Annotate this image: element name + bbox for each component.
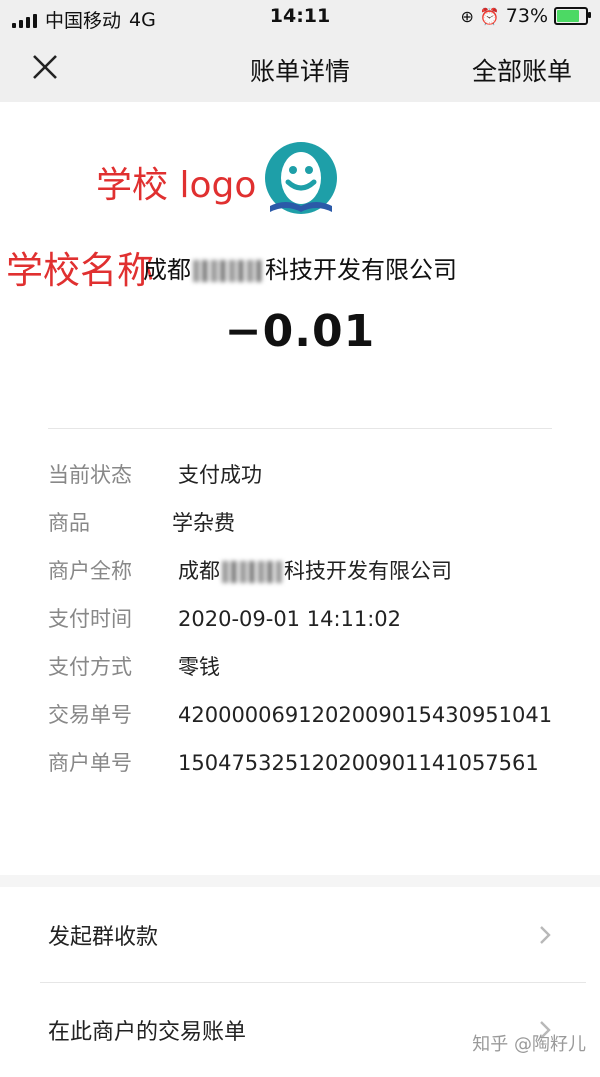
- detail-row-transaction-id: 交易单号 420000069120200901543095​1041: [48, 698, 558, 732]
- detail-row-goods: 商品 学杂费: [48, 506, 558, 540]
- detail-key: 支付时间: [48, 607, 132, 631]
- detail-list: 当前状态 支付成功 商品 学杂费 商户全称 成都 科技开发有限公司 支付时间 20…: [48, 458, 558, 794]
- merchant-suffix: 科技开发有限公司: [284, 559, 452, 583]
- detail-value: 2020-09-01 14:11:02: [178, 607, 402, 631]
- detail-key: 当前状态: [48, 463, 132, 487]
- status-right: ⊕ ⏰ 73%: [460, 5, 591, 27]
- merchant-name-suffix: 科技开发有限公司: [265, 256, 457, 284]
- divider: [48, 428, 552, 429]
- orientation-lock-icon: ⊕: [460, 6, 474, 26]
- detail-row-status: 当前状态 支付成功: [48, 458, 558, 492]
- amount: −0.01: [224, 306, 376, 357]
- merchant-name-prefix: 成都: [143, 256, 191, 284]
- detail-value: 支付成功: [178, 463, 262, 487]
- detail-key: 商户全称: [48, 559, 132, 583]
- redacted-blur: [193, 260, 263, 282]
- detail-value: 成都 科技开发有限公司: [178, 554, 558, 588]
- detail-key: 交易单号: [48, 703, 132, 727]
- merchant-prefix: 成都: [178, 559, 220, 583]
- detail-row-merchant-order-id: 商户单号 1504753251202009011410575​61: [48, 746, 558, 780]
- logo-annotation: 学校 logo: [96, 165, 257, 206]
- watermark: 知乎 @陶籽儿: [472, 1034, 586, 1055]
- battery-percent: 73%: [505, 5, 548, 27]
- detail-value: 420000069120200901543095​1041: [178, 703, 553, 727]
- redacted-blur: [222, 561, 282, 583]
- detail-row-method: 支付方式 零钱: [48, 650, 558, 684]
- chevron-right-icon: [540, 926, 551, 944]
- group-pay-button[interactable]: 发起群收款: [0, 888, 600, 982]
- merchant-bills-label: 在此商户的交易账单: [48, 1020, 247, 1045]
- detail-key: 商户单号: [48, 751, 132, 775]
- nav-bar: 账单详情 全部账单: [0, 34, 600, 102]
- detail-value: 1504753251202009011410575​61: [178, 751, 539, 775]
- all-bills-link[interactable]: 全部账单: [472, 52, 572, 88]
- school-logo-icon: [265, 142, 337, 214]
- alarm-icon: ⏰: [479, 6, 500, 26]
- group-pay-label: 发起群收款: [48, 925, 159, 950]
- detail-key: 支付方式: [48, 655, 132, 679]
- section-gap: [0, 875, 600, 887]
- detail-row-time: 支付时间 2020-09-01 14:11:02: [48, 602, 558, 636]
- detail-value: 零钱: [178, 655, 220, 679]
- detail-key: 商品: [48, 511, 90, 535]
- merchant-name: 成都 科技开发有限公司: [0, 250, 600, 285]
- status-bar: 中国移动 4G 14:11 ⊕ ⏰ 73%: [0, 0, 600, 34]
- detail-row-merchant: 商户全称 成都 科技开发有限公司: [48, 554, 558, 588]
- detail-value: 学杂费: [172, 511, 235, 535]
- battery-icon: [554, 7, 591, 25]
